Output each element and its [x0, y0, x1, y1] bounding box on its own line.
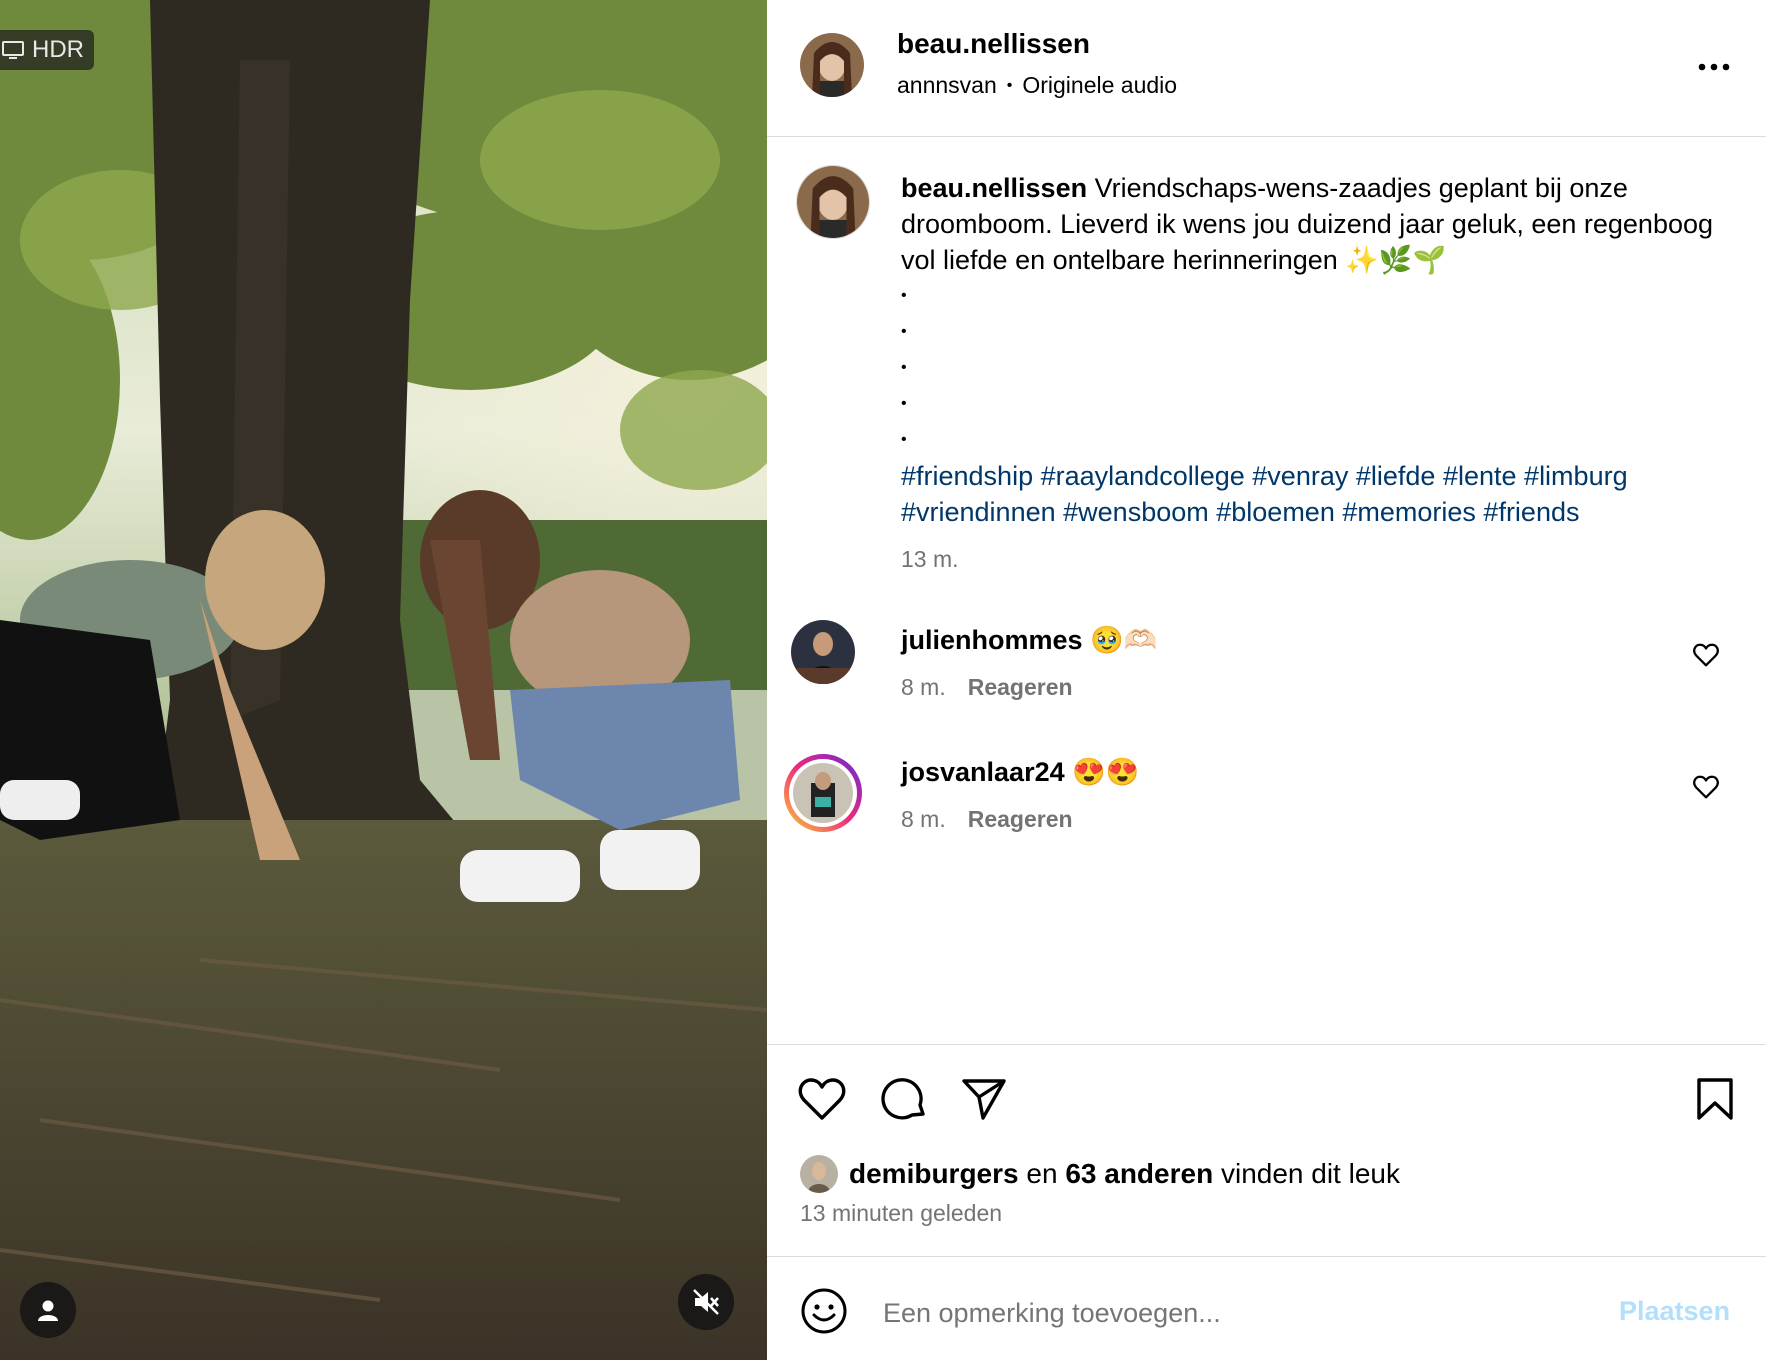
hdr-badge: HDR — [0, 30, 94, 70]
comment-text: 😍😍 — [1072, 757, 1140, 787]
post-timestamp[interactable]: 13 minuten geleden — [800, 1200, 1002, 1227]
caption-dot: • — [901, 287, 907, 304]
likes-summary: demiburgers en 63 anderen vinden dit leu… — [849, 1158, 1400, 1190]
hashtag-link[interactable]: #bloemen — [1216, 497, 1335, 527]
caption-dot: • — [901, 323, 907, 340]
likes-connector: en — [1026, 1158, 1058, 1189]
caption-dot: • — [901, 395, 907, 412]
hashtag-link[interactable]: #memories — [1342, 497, 1476, 527]
hashtag-link[interactable]: #vriendinnen — [901, 497, 1056, 527]
more-options-button[interactable] — [1692, 45, 1736, 89]
post-photo — [0, 0, 767, 1360]
commenter-username[interactable]: josvanlaar24 — [901, 757, 1065, 787]
hashtag-link[interactable]: #friendship — [901, 461, 1033, 491]
liker-avatar[interactable] — [800, 1155, 838, 1193]
commenter-username[interactable]: julienhommes — [901, 625, 1083, 655]
comment-time[interactable]: 8 m. — [901, 674, 946, 700]
divider — [767, 1044, 1766, 1045]
caption-author-avatar[interactable] — [796, 165, 870, 239]
comment-body: josvanlaar24 😍😍 — [901, 756, 1139, 788]
heart-icon — [1693, 775, 1719, 799]
audio-info: annnsvan • Originele audio — [897, 72, 1177, 99]
emoji-icon — [801, 1288, 847, 1334]
comment-body: julienhommes 🥹🫶🏻 — [901, 624, 1157, 656]
share-button[interactable] — [959, 1074, 1009, 1124]
caption-dot: • — [901, 359, 907, 376]
tagged-users-button[interactable] — [20, 1282, 76, 1338]
monitor-icon — [2, 41, 24, 59]
hashtag-link[interactable]: #liefde — [1356, 461, 1436, 491]
hashtag-link[interactable]: #lente — [1443, 461, 1517, 491]
reply-button[interactable]: Reageren — [968, 674, 1073, 700]
heart-icon — [798, 1078, 846, 1120]
comment-button[interactable] — [879, 1074, 929, 1124]
like-button[interactable] — [797, 1074, 847, 1124]
caption-dots: • • • • • — [901, 278, 1721, 458]
separator-dot: • — [1006, 76, 1013, 94]
send-icon — [962, 1079, 1006, 1120]
caption: beau.nellissen Vriendschaps-wens-zaadjes… — [901, 170, 1721, 530]
likes-others-link[interactable]: 63 anderen — [1065, 1158, 1213, 1189]
comment-input[interactable] — [881, 1290, 1585, 1336]
liker-username[interactable]: demiburgers — [849, 1158, 1019, 1189]
bookmark-icon — [1697, 1078, 1733, 1120]
emoji-button[interactable] — [799, 1286, 849, 1336]
caption-username[interactable]: beau.nellissen — [901, 173, 1087, 203]
caption-dot: • — [901, 431, 907, 448]
speaker-muted-icon — [693, 1289, 719, 1315]
more-options-icon — [1698, 63, 1730, 71]
post-media[interactable]: HDR — [0, 0, 767, 1360]
divider — [767, 1256, 1766, 1257]
hashtag-link[interactable]: #venray — [1252, 461, 1348, 491]
mute-button[interactable] — [678, 1274, 734, 1330]
comment-time[interactable]: 8 m. — [901, 806, 946, 832]
caption-time[interactable]: 13 m. — [901, 546, 959, 573]
hashtag-link[interactable]: #wensboom — [1063, 497, 1209, 527]
reply-button[interactable]: Reageren — [968, 806, 1073, 832]
comment-meta: 8 m. Reageren — [901, 674, 1073, 701]
heart-icon — [1693, 643, 1719, 667]
comment-meta: 8 m. Reageren — [901, 806, 1073, 833]
caption-hashtags: #friendship #raaylandcollege #venray #li… — [901, 458, 1721, 530]
post-header: beau.nellissen annnsvan • Originele audi… — [767, 0, 1766, 137]
hashtag-link[interactable]: #raaylandcollege — [1041, 461, 1245, 491]
save-button[interactable] — [1692, 1074, 1738, 1124]
author-avatar[interactable] — [800, 33, 864, 97]
comment-like-button[interactable] — [1689, 638, 1723, 672]
commenter-story-ring[interactable] — [784, 754, 862, 832]
commenter-avatar[interactable] — [791, 620, 855, 684]
commenter-avatar[interactable] — [789, 759, 857, 827]
audio-link[interactable]: Originele audio — [1022, 72, 1177, 99]
comment-text: 🥹🫶🏻 — [1090, 625, 1158, 655]
comment-like-button[interactable] — [1689, 770, 1723, 804]
comment-icon — [881, 1078, 925, 1120]
hashtag-link[interactable]: #friends — [1483, 497, 1579, 527]
audio-owner[interactable]: annnsvan — [897, 72, 997, 99]
hdr-label: HDR — [32, 36, 84, 63]
hashtag-link[interactable]: #limburg — [1524, 461, 1628, 491]
post-comment-button[interactable]: Plaatsen — [1619, 1296, 1730, 1327]
likes-suffix: vinden dit leuk — [1220, 1158, 1400, 1189]
user-icon — [38, 1300, 58, 1321]
author-username[interactable]: beau.nellissen — [897, 28, 1090, 60]
post-side-panel: beau.nellissen annnsvan • Originele audi… — [767, 0, 1766, 1360]
